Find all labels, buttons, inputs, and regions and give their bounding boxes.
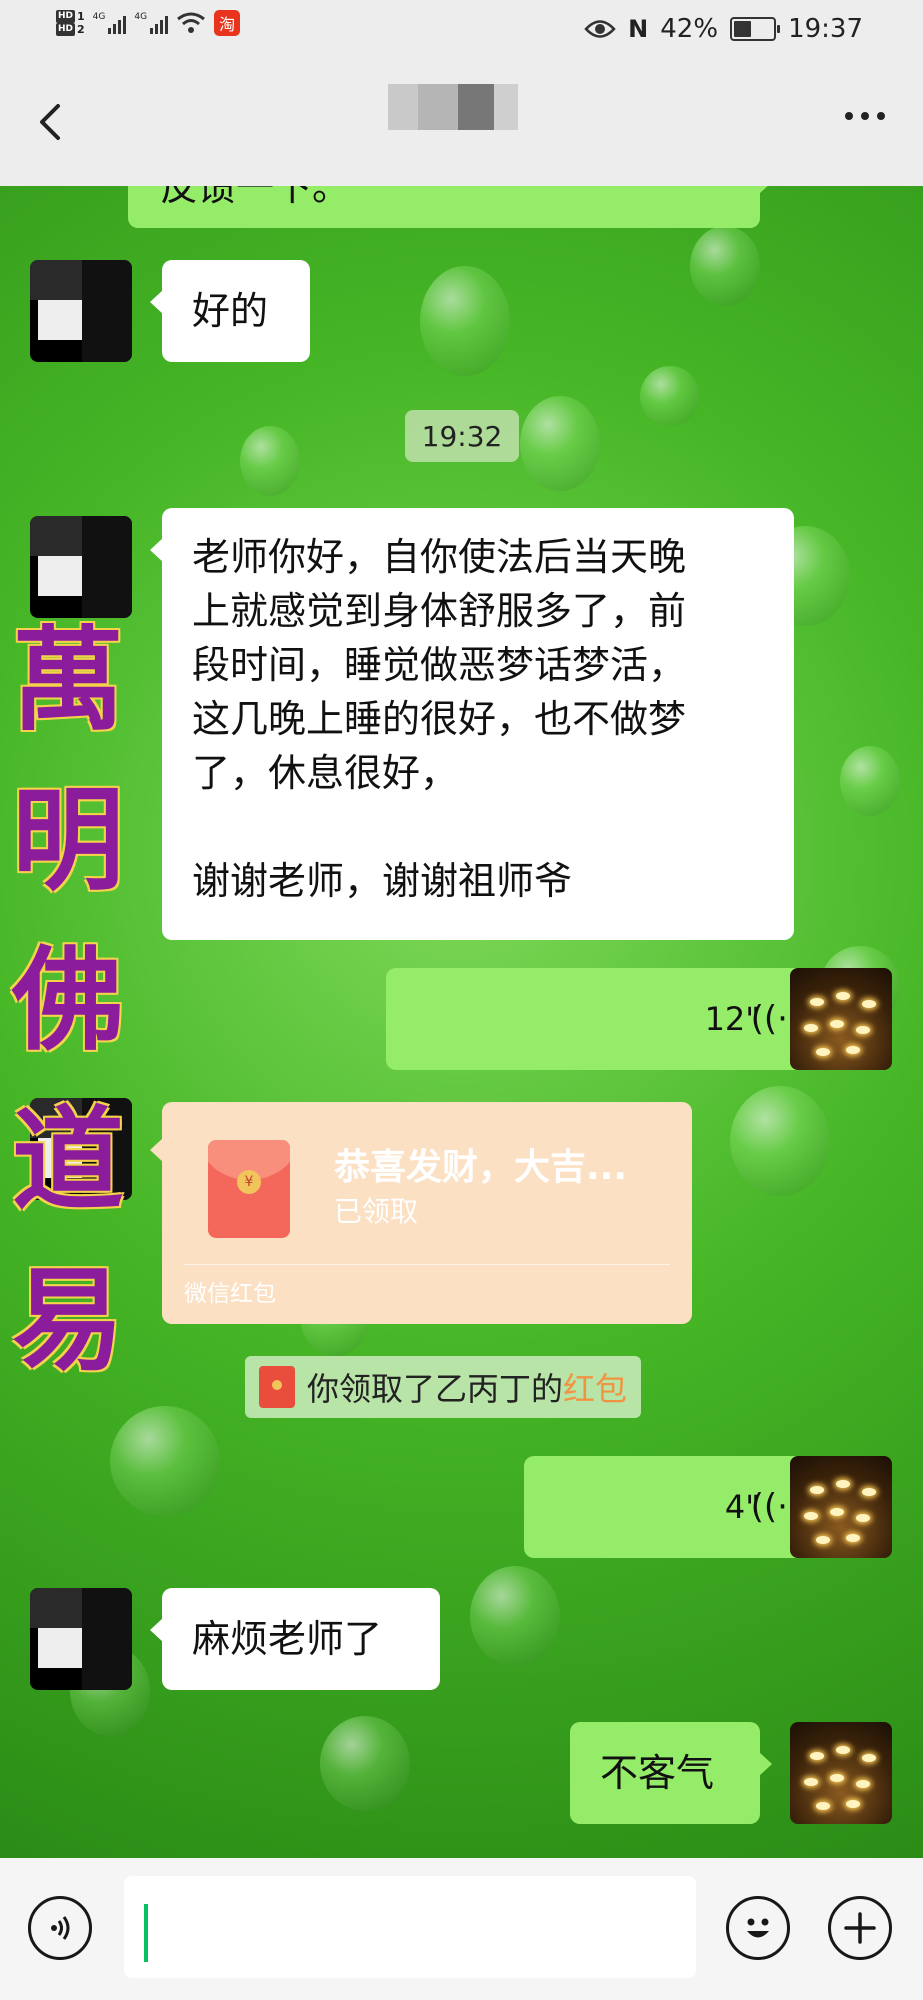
chat-area[interactable]: 反馈一下。 好的 19:32 老师你好，自你使法后当天晚 上就感觉到身体舒服多了…	[0, 186, 923, 1858]
divider	[184, 1264, 670, 1265]
message-text: 老师你好，自你使法后当天晚 上就感觉到身体舒服多了，前 段时间，睡觉做恶梦话梦活…	[192, 535, 687, 903]
battery-percent: 42%	[660, 14, 719, 44]
voice-wave-icon: ((·	[750, 1487, 788, 1527]
input-bar	[0, 1858, 923, 2000]
signal-icon-2: 4G	[134, 12, 169, 34]
message-text: 反馈一下。	[160, 186, 351, 209]
water-drop	[520, 396, 600, 491]
timestamp: 19:32	[405, 410, 519, 462]
watermark: 萬 明 佛 道 易	[8, 606, 128, 1406]
message-bubble-received[interactable]: 麻烦老师了	[150, 1588, 440, 1690]
voice-message-sent[interactable]: 4" ((·	[524, 1456, 836, 1558]
emoji-icon[interactable]	[726, 1896, 790, 1960]
avatar-self[interactable]	[790, 968, 892, 1070]
water-drop	[640, 366, 700, 426]
message-text: 好的	[192, 289, 269, 333]
voice-message-sent[interactable]: 12" ((·	[386, 968, 836, 1070]
watermark-char: 萬	[12, 615, 124, 746]
eye-icon	[584, 20, 616, 38]
water-drop	[690, 226, 760, 306]
avatar-self[interactable]	[790, 1722, 892, 1824]
red-packet-icon	[259, 1366, 295, 1408]
avatar-contact[interactable]	[30, 1588, 132, 1690]
watermark-char: 明	[12, 775, 124, 906]
system-message: 你领取了乙丙丁的红包	[245, 1356, 642, 1418]
taobao-icon: 淘	[214, 10, 241, 36]
message-text: 麻烦老师了	[192, 1617, 383, 1661]
message-bubble-received[interactable]: 好的	[150, 260, 310, 362]
message-bubble-sent[interactable]: 不客气	[570, 1722, 772, 1824]
voice-wave-icon: ((·	[750, 999, 788, 1039]
system-message-text: 你领取了乙丙丁的	[307, 1370, 564, 1408]
chat-header	[0, 62, 923, 186]
text-caret	[144, 1904, 148, 1962]
chat-title-blurred	[388, 84, 518, 130]
water-drop	[840, 746, 900, 816]
watermark-char: 佛	[12, 935, 124, 1066]
water-drop	[420, 266, 510, 376]
red-packet-status: 已领取	[334, 1195, 419, 1228]
water-drop	[240, 426, 300, 496]
hd-indicator: HD 1 HD 2	[56, 10, 85, 36]
message-bubble-partial[interactable]: 反馈一下。	[128, 186, 772, 228]
avatar-self[interactable]	[790, 1456, 892, 1558]
red-packet-link[interactable]: 红包	[563, 1370, 627, 1408]
avatar-contact[interactable]	[30, 260, 132, 362]
signal-icon: 4G	[93, 12, 127, 34]
red-packet-card[interactable]: ¥ 恭喜发财，大吉... 已领取 微信红包	[150, 1102, 692, 1324]
status-time: 19:37	[788, 14, 863, 44]
watermark-char: 易	[12, 1255, 124, 1386]
battery-icon	[730, 17, 781, 41]
voice-input-icon[interactable]	[28, 1896, 92, 1960]
status-bar: HD 1 HD 2 4G 4G 淘 N 42% 19:37	[0, 0, 923, 62]
status-right: N 42% 19:37	[584, 14, 863, 44]
red-packet-footer: 微信红包	[184, 1281, 276, 1307]
plus-icon[interactable]	[828, 1896, 892, 1960]
back-arrow-icon[interactable]	[30, 100, 74, 144]
nfc-icon: N	[628, 15, 649, 43]
water-drop	[110, 1406, 220, 1516]
water-drop	[470, 1566, 560, 1666]
water-drop	[730, 1086, 830, 1196]
status-left: HD 1 HD 2 4G 4G 淘	[56, 10, 241, 36]
red-packet-icon: ¥	[208, 1140, 290, 1238]
watermark-char: 道	[12, 1095, 124, 1226]
message-input[interactable]	[124, 1876, 696, 1978]
water-drop	[320, 1716, 410, 1811]
wifi-icon	[177, 12, 205, 33]
more-icon[interactable]	[845, 112, 885, 120]
message-bubble-received[interactable]: 老师你好，自你使法后当天晚 上就感觉到身体舒服多了，前 段时间，睡觉做恶梦话梦活…	[150, 508, 794, 940]
red-packet-title: 恭喜发财，大吉...	[334, 1147, 628, 1188]
avatar-contact[interactable]	[30, 516, 132, 618]
message-text: 不客气	[600, 1751, 715, 1795]
